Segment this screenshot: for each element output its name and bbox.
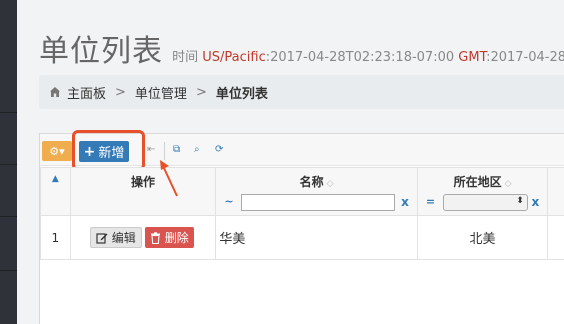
table-header-row: ▲ 操作 名称 ◇ ~ x 所在地区 ◇ = ⬍ x <box>40 167 564 216</box>
table-row: 1 编辑 删除 华美 北美 <box>40 215 564 260</box>
page-title: 单位列表 <box>39 34 163 69</box>
collapse-icon[interactable]: ⇤ <box>147 144 155 155</box>
timezone: US/Pacific <box>202 50 266 65</box>
delete-button-label: 删除 <box>164 231 189 245</box>
row-index: 1 <box>40 215 71 260</box>
breadcrumb-separator: > <box>195 84 207 100</box>
grid-panel: ⚙▾ + 新增 ⇤ ⧉ ⌕ ⟳ ▲ 操作 名称 ◇ ~ x 所在地区 ◇ = ⬍… <box>39 130 564 324</box>
select-arrow-icon: ⬍ <box>516 196 524 206</box>
home-icon <box>50 87 60 97</box>
left-sidebar <box>0 0 17 324</box>
annotation-highlight-box <box>72 130 145 171</box>
breadcrumb-current: 单位列表 <box>215 86 268 102</box>
sidebar-divider <box>0 164 17 165</box>
row-overflow-cell <box>547 215 564 260</box>
server-time: 时间 US/Pacific:2017-04-28T02:23:18-07:00 … <box>172 50 564 65</box>
gmt-time: :2017-04-28T09 <box>486 50 564 65</box>
sort-caret-icon: ▲ <box>51 174 59 184</box>
gmt-label: GMT <box>458 50 487 65</box>
main-content: 单位列表 时间 US/Pacific:2017-04-28T02:23:18-0… <box>17 0 564 324</box>
name-filter-clear-button[interactable]: x <box>401 195 409 209</box>
unit-table: ▲ 操作 名称 ◇ ~ x 所在地区 ◇ = ⬍ x 1 编辑 删除 华美 北美 <box>40 167 564 260</box>
sort-icon[interactable]: ◇ <box>505 179 512 189</box>
export-icon[interactable]: ⧉ <box>173 144 180 155</box>
actions-column-header: 操作 <box>69 167 217 216</box>
grid-toolbar: ⚙▾ + 新增 ⇤ ⧉ ⌕ ⟳ <box>40 130 564 171</box>
breadcrumb-unit-management[interactable]: 单位管理 <box>135 83 187 102</box>
edit-icon <box>96 232 108 244</box>
sidebar-divider <box>0 216 17 217</box>
region-column-header[interactable]: 所在地区 ◇ = ⬍ x <box>416 167 549 216</box>
sort-icon[interactable]: ◇ <box>327 179 334 189</box>
local-time: :2017-04-28T02:23:18-07:00 <box>265 50 455 65</box>
edit-button-label: 编辑 <box>111 231 136 245</box>
gear-icon: ⚙▾ <box>49 144 65 158</box>
breadcrumb-home[interactable]: 主面板 <box>67 83 106 102</box>
sidebar-divider <box>0 270 17 271</box>
page-header: 单位列表 时间 US/Pacific:2017-04-28T02:23:18-0… <box>39 26 564 70</box>
name-filter: ~ x <box>216 193 416 213</box>
sort-column-header[interactable]: ▲ <box>40 167 71 216</box>
time-label: 时间 <box>172 50 199 65</box>
name-filter-operator: ~ <box>224 195 234 208</box>
edit-button[interactable]: 编辑 <box>89 227 142 248</box>
search-icon[interactable]: ⌕ <box>194 144 200 155</box>
region-filter-operator: = <box>425 195 436 208</box>
region-filter-select[interactable]: ⬍ <box>442 194 528 211</box>
row-actions: 编辑 删除 <box>69 215 217 260</box>
region-column-title: 所在地区 <box>453 175 502 189</box>
breadcrumb-separator: > <box>115 84 126 100</box>
name-column-header[interactable]: 名称 ◇ ~ x <box>215 167 418 216</box>
row-region: 北美 <box>416 215 549 260</box>
region-filter-clear-button[interactable]: x <box>531 195 539 209</box>
refresh-icon[interactable]: ⟳ <box>215 144 223 155</box>
actions-column-title: 操作 <box>131 175 156 189</box>
actions-dropdown-button[interactable]: ⚙▾ <box>42 141 72 161</box>
name-column-title: 名称 <box>299 175 324 189</box>
sidebar-divider <box>0 112 17 113</box>
region-filter: = ⬍ x <box>418 193 547 213</box>
trash-icon <box>150 231 160 244</box>
breadcrumb: 主面板 > 单位管理 > 单位列表 <box>39 75 564 109</box>
name-filter-input[interactable] <box>241 194 396 211</box>
overflow-column-header <box>547 167 564 216</box>
row-name: 华美 <box>215 215 418 260</box>
delete-button[interactable]: 删除 <box>144 227 194 248</box>
toolbar-divider <box>164 142 165 160</box>
